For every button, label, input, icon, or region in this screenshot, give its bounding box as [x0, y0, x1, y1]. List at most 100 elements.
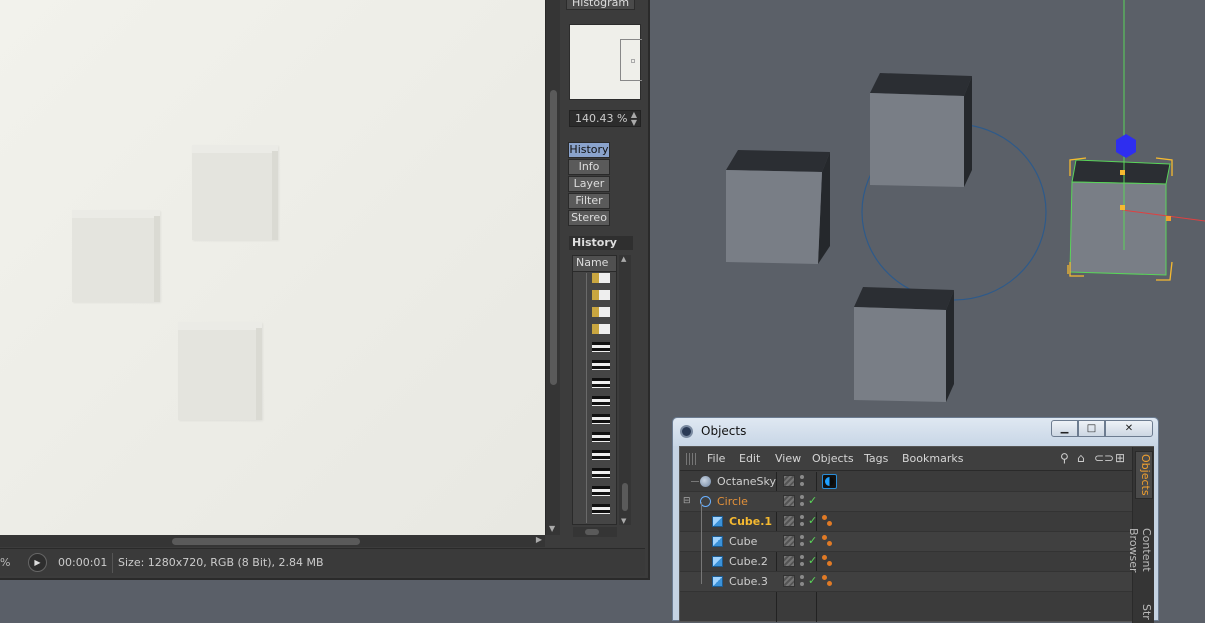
history-thumbnail[interactable] [592, 414, 610, 424]
material-tag-icon[interactable] [822, 574, 834, 588]
object-manager-window: Objects ▁ □ ✕ File Edit View Objects Tag… [672, 417, 1159, 623]
visibility-dots-icon[interactable] [800, 534, 804, 548]
horizontal-scrollbar[interactable]: ▶ [0, 535, 545, 547]
menu-view[interactable]: View [775, 452, 801, 465]
side-tab-objects[interactable]: Objects [1135, 451, 1153, 499]
enabled-check-icon[interactable]: ✓ [808, 514, 817, 527]
history-thumbnail[interactable] [592, 324, 610, 334]
panel-grip-icon[interactable] [686, 453, 698, 465]
layer-icon[interactable] [783, 535, 795, 547]
history-thumbnail[interactable] [592, 378, 610, 388]
history-thumbnail[interactable] [592, 450, 610, 460]
history-thumbnail[interactable] [592, 342, 610, 352]
visibility-dots-icon[interactable] [800, 494, 804, 508]
octane-tag-icon[interactable] [822, 474, 837, 489]
cube-icon [712, 536, 723, 547]
layer-icon[interactable] [783, 515, 795, 527]
menu-file[interactable]: File [707, 452, 725, 465]
menu-edit[interactable]: Edit [739, 452, 760, 465]
material-tag-icon[interactable] [822, 554, 834, 568]
tab-filter[interactable]: Filter [568, 193, 610, 209]
tab-history[interactable]: History [568, 142, 610, 158]
home-icon[interactable]: ⌂ [1077, 451, 1085, 465]
enabled-check-icon[interactable]: ✓ [808, 574, 817, 587]
viewport-cube [854, 287, 954, 402]
render-preview[interactable] [0, 0, 545, 535]
object-row-cube[interactable]: Cube ✓ [680, 532, 1132, 552]
link-icon[interactable]: ⊂⊃ [1094, 451, 1114, 465]
history-thumbnail[interactable] [592, 468, 610, 478]
history-scrollbar[interactable]: ▲ ▼ [619, 255, 631, 525]
object-name[interactable]: OctaneSky [717, 475, 776, 488]
history-thumbnail[interactable] [592, 307, 610, 317]
vertical-scrollbar[interactable]: ▼ [545, 0, 560, 535]
collapse-icon[interactable]: ⊟ [683, 496, 691, 506]
zoom-value: 140.43 % [575, 112, 628, 125]
histogram-tab[interactable]: Histogram [566, 0, 636, 10]
layer-icon[interactable] [783, 555, 795, 567]
material-tag-icon[interactable] [822, 514, 834, 528]
object-manager-body: File Edit View Objects Tags Bookmarks ⚲ … [679, 446, 1154, 623]
object-row-cube-2[interactable]: Cube.2 ✓ [680, 552, 1132, 572]
history-thumbnail[interactable] [592, 396, 610, 406]
tab-stereo[interactable]: Stereo [568, 210, 610, 226]
history-thumbnail[interactable] [592, 432, 610, 442]
play-button[interactable]: ▶ [28, 553, 47, 572]
history-thumbnail[interactable] [592, 486, 610, 496]
enabled-check-icon[interactable]: ✓ [808, 494, 817, 507]
visibility-dots-icon[interactable] [800, 554, 804, 568]
new-panel-icon[interactable]: ⊞ [1115, 451, 1125, 465]
visibility-dots-icon[interactable] [800, 574, 804, 588]
layer-icon[interactable] [783, 495, 795, 507]
material-tag-icon[interactable] [822, 534, 834, 548]
tab-info[interactable]: Info [568, 159, 610, 175]
rendered-cube [178, 322, 262, 420]
zoom-field[interactable]: 140.43 % ▲ ▼ [569, 110, 641, 127]
tab-layer[interactable]: Layer [568, 176, 610, 192]
visibility-dots-icon[interactable] [800, 474, 804, 488]
history-thumbnail[interactable] [592, 504, 610, 514]
minimize-button[interactable]: ▁ [1051, 420, 1078, 437]
close-button[interactable]: ✕ [1105, 420, 1153, 437]
menu-objects[interactable]: Objects [812, 452, 854, 465]
object-manager-menubar: File Edit View Objects Tags Bookmarks ⚲ … [680, 447, 1132, 471]
rendered-cube [192, 145, 278, 240]
history-panel-title: History [569, 236, 633, 250]
cube-icon [712, 556, 723, 567]
object-name[interactable]: Cube.2 [729, 555, 768, 568]
timecode: 00:00:01 [58, 556, 108, 569]
menu-bookmarks[interactable]: Bookmarks [902, 452, 963, 465]
object-name[interactable]: Cube.1 [729, 515, 772, 528]
object-row-cube-1[interactable]: Cube.1 ✓ [680, 512, 1132, 532]
cube-icon [712, 516, 723, 527]
manager-side-tabs: Objects Content Browser Str [1127, 447, 1154, 623]
object-name[interactable]: Cube [729, 535, 757, 548]
menu-tags[interactable]: Tags [864, 452, 888, 465]
layer-icon[interactable] [783, 575, 795, 587]
navigator-thumbnail[interactable] [569, 24, 642, 100]
layer-icon[interactable] [783, 475, 795, 487]
status-zoom-fragment: % [0, 556, 11, 569]
image-size-info: Size: 1280x720, RGB (8 Bit), 2.84 MB [118, 556, 324, 569]
history-thumbnail[interactable] [592, 360, 610, 370]
object-row-octanesky[interactable]: OctaneSky [680, 472, 1132, 492]
enabled-check-icon[interactable]: ✓ [808, 554, 817, 567]
object-row-cube-3[interactable]: Cube.3 ✓ [680, 572, 1132, 592]
history-name-column[interactable]: Name [573, 256, 616, 272]
side-tab-structure[interactable]: Str [1135, 601, 1153, 623]
history-list[interactable]: Name [572, 255, 617, 525]
enabled-check-icon[interactable]: ✓ [808, 534, 817, 547]
object-name[interactable]: Circle [717, 495, 748, 508]
history-hscrollbar[interactable] [573, 527, 617, 537]
history-thumbnail[interactable] [592, 273, 610, 283]
maximize-button[interactable]: □ [1078, 420, 1105, 437]
viewport-cube [726, 150, 830, 264]
visibility-dots-icon[interactable] [800, 514, 804, 528]
object-manager-titlebar[interactable]: Objects ▁ □ ✕ [673, 418, 1158, 446]
zoom-stepper-icon[interactable]: ▲ ▼ [631, 111, 637, 127]
object-row-circle[interactable]: ⊟ Circle ✓ [680, 492, 1132, 512]
object-name[interactable]: Cube.3 [729, 575, 768, 588]
history-thumbnail[interactable] [592, 290, 610, 300]
search-icon[interactable]: ⚲ [1060, 451, 1069, 465]
side-tab-content-browser[interactable]: Content Browser [1127, 505, 1153, 595]
